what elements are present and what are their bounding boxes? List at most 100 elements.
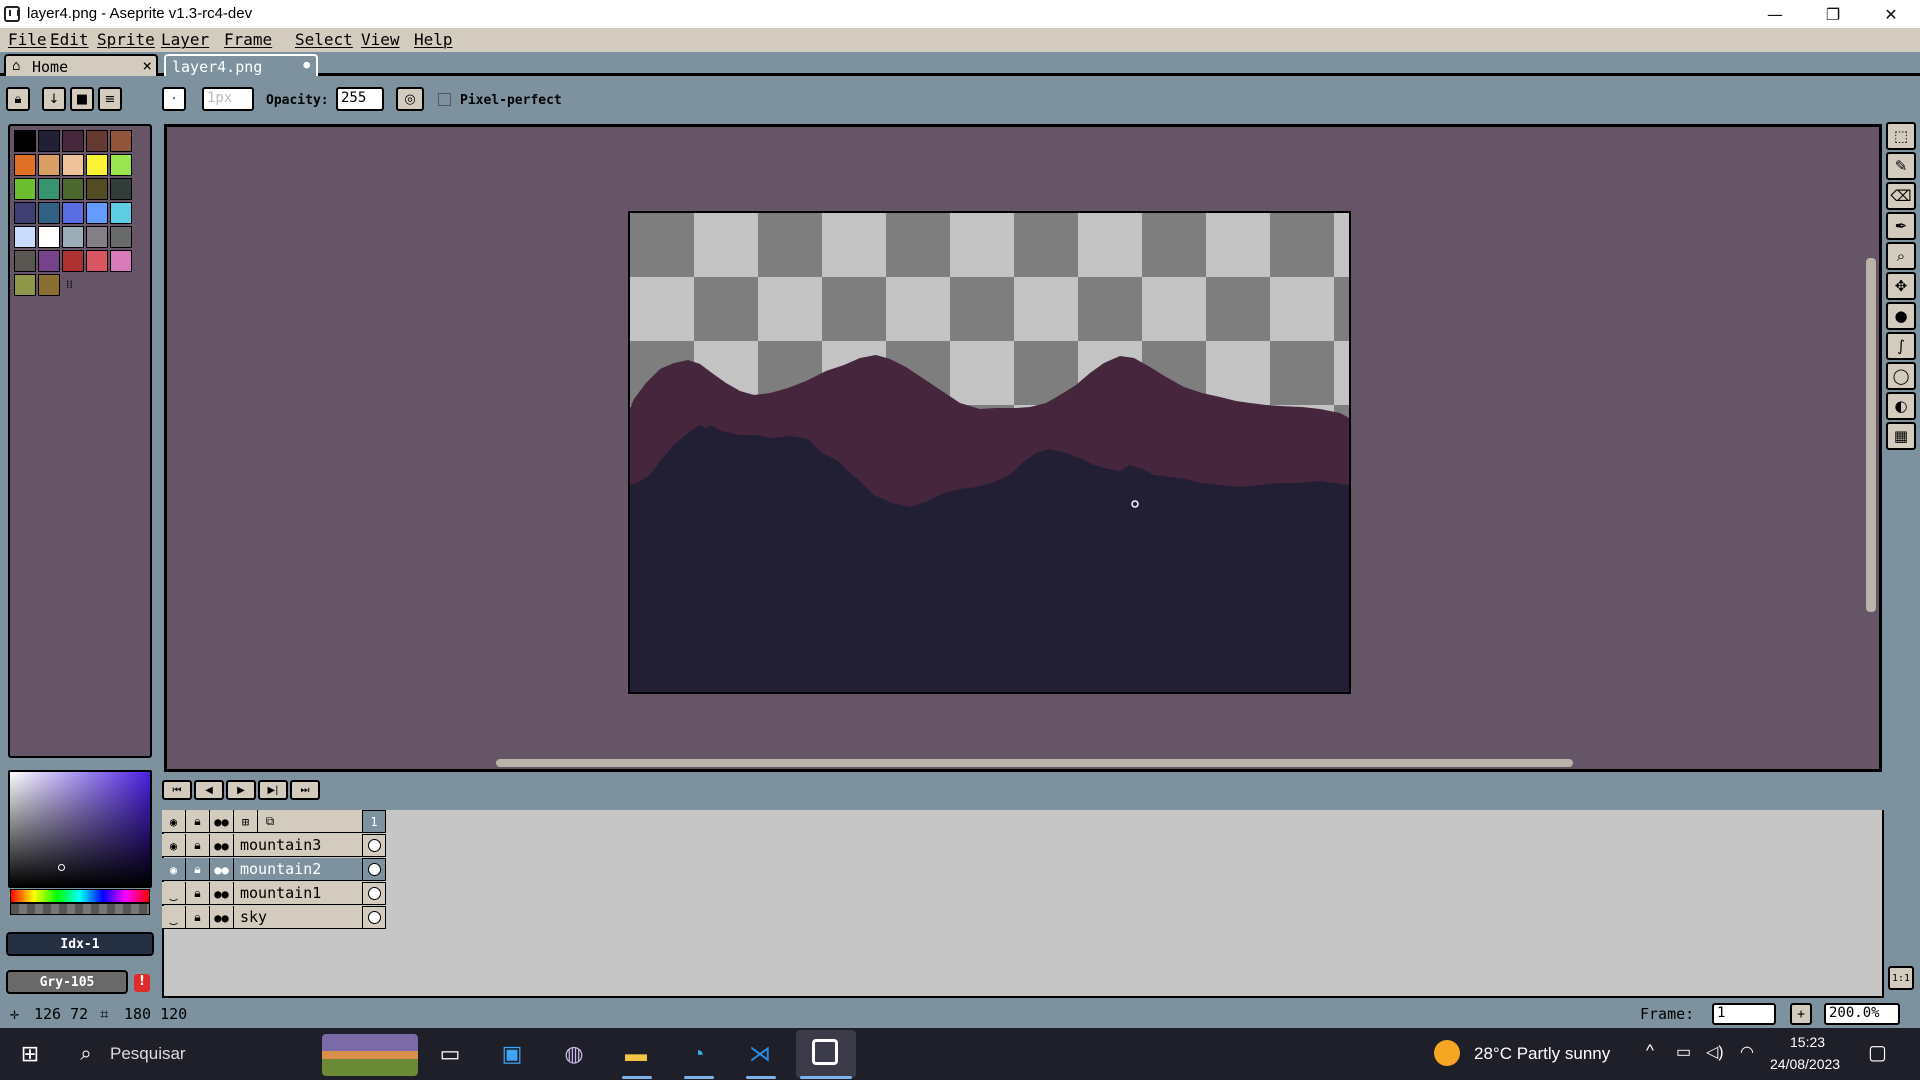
palette-swatch[interactable] (14, 250, 36, 272)
brush-size-field[interactable]: 1px (202, 87, 254, 111)
link-icon[interactable]: ⊞ (234, 810, 258, 833)
palette-swatch[interactable] (38, 154, 60, 176)
wifi-icon[interactable]: ◠ (1740, 1042, 1754, 1062)
frame-header[interactable]: 1 (362, 810, 386, 833)
lock-icon[interactable]: 🔒︎ (6, 87, 30, 111)
layer-row[interactable]: ◉ 🔒︎ ●● mountain2 (162, 858, 386, 881)
tab-close-icon[interactable]: × (142, 56, 152, 75)
hue-slider[interactable] (10, 889, 150, 903)
warning-icon[interactable]: ! (134, 974, 150, 992)
palette-swatch[interactable] (62, 178, 84, 200)
onion-skin-icon[interactable]: ⧉ (258, 810, 282, 833)
next-frame-icon[interactable]: ▶| (258, 780, 288, 800)
weather-text[interactable]: 28°C Partly sunny (1474, 1044, 1610, 1064)
eye-closed-icon[interactable]: ‿ (162, 882, 186, 905)
menu-frame[interactable]: Frame (224, 30, 272, 49)
clock-date[interactable]: 24/08/2023 (1770, 1056, 1840, 1072)
zoom-ratio-button[interactable]: 1:1 (1888, 966, 1914, 990)
palette-swatch[interactable] (38, 226, 60, 248)
palette-swatch[interactable] (14, 202, 36, 224)
menu-file[interactable]: File (8, 30, 47, 49)
palette-swatch[interactable] (14, 226, 36, 248)
foreground-index[interactable]: Idx-1 (6, 932, 154, 956)
ellipse-tool-icon[interactable]: ◯ (1886, 362, 1916, 390)
windows-start-icon[interactable]: ⊞ (14, 1038, 46, 1070)
close-window-button[interactable]: ✕ (1862, 0, 1920, 28)
eye-closed-icon[interactable]: ‿ (162, 906, 186, 929)
eye-icon[interactable]: ◉ (162, 858, 186, 881)
layer-row[interactable]: ‿ 🔒︎ ●● sky (162, 906, 386, 929)
palette-swatch[interactable] (110, 202, 132, 224)
maximize-button[interactable]: ❐ (1804, 0, 1862, 28)
palette-swatch[interactable] (14, 178, 36, 200)
microsoft-store-icon[interactable]: ▣ (496, 1038, 528, 1070)
continuous-icon[interactable]: ●● (210, 834, 234, 857)
cel[interactable] (362, 858, 386, 881)
palette-swatch[interactable] (62, 250, 84, 272)
horizontal-scrollbar[interactable] (496, 759, 1573, 767)
eraser-tool-icon[interactable]: ⌫ (1886, 182, 1916, 210)
palette-swatch[interactable] (110, 130, 132, 152)
modified-dot-icon[interactable]: ● (303, 58, 310, 71)
cel[interactable] (362, 882, 386, 905)
brush-type-button[interactable]: · (162, 87, 186, 111)
notification-icon[interactable]: ▢ (1868, 1040, 1887, 1065)
palette-swatch[interactable] (86, 250, 108, 272)
palette-swatch[interactable] (14, 274, 36, 296)
curve-tool-icon[interactable]: ∫ (1886, 332, 1916, 360)
padlock-icon[interactable]: 🔒︎ (186, 882, 210, 905)
padlock-icon[interactable]: 🔒︎ (186, 858, 210, 881)
pixel-perfect-checkbox[interactable] (438, 93, 451, 106)
spectrum-cursor[interactable] (58, 864, 65, 871)
tab-home[interactable]: ⌂ Home × (4, 54, 158, 76)
palette-swatch[interactable] (62, 226, 84, 248)
padlock-icon[interactable]: 🔒︎ (186, 834, 210, 857)
first-frame-icon[interactable]: ⏮ (162, 780, 192, 800)
zoom-tool-icon[interactable]: ⌕ (1886, 242, 1916, 270)
opacity-field[interactable]: 255 (336, 87, 384, 111)
prev-frame-icon[interactable]: ◀ (194, 780, 224, 800)
sprite-canvas[interactable] (628, 211, 1351, 694)
vscode-icon[interactable]: ⋊ (744, 1038, 776, 1070)
palette-swatch[interactable] (38, 202, 60, 224)
contour-tool-icon[interactable]: ◐ (1886, 392, 1916, 420)
menu-sprite[interactable]: Sprite (97, 30, 155, 49)
task-view-icon[interactable]: ▭ (434, 1038, 466, 1070)
brush-import-icon[interactable]: ↓ (42, 87, 66, 111)
weather-icon[interactable] (1434, 1040, 1460, 1066)
padlock-icon[interactable]: 🔒︎ (186, 810, 210, 833)
minimize-button[interactable]: — (1746, 0, 1804, 28)
add-frame-icon[interactable]: + (1790, 1003, 1812, 1025)
battery-icon[interactable]: ▭ (1676, 1042, 1691, 1062)
palette-swatch[interactable] (110, 178, 132, 200)
cel[interactable] (362, 906, 386, 929)
ink-options-icon[interactable]: ◎ (396, 87, 424, 111)
menu-help[interactable]: Help (414, 30, 453, 49)
eyedropper-tool-icon[interactable]: ✒ (1886, 212, 1916, 240)
alpha-slider[interactable] (10, 903, 150, 915)
continuous-icon[interactable]: ●● (210, 882, 234, 905)
brush-menu-icon[interactable]: ≡ (98, 87, 122, 111)
palette-resize-handle[interactable]: ⁞⁞ (66, 278, 73, 291)
file-explorer-icon[interactable]: ▬ (620, 1038, 652, 1070)
palette-swatch[interactable] (62, 130, 84, 152)
palette-swatch[interactable] (86, 130, 108, 152)
move-tool-icon[interactable]: ✥ (1886, 272, 1916, 300)
palette-swatch[interactable] (86, 202, 108, 224)
aseprite-taskbar-button[interactable] (796, 1030, 856, 1078)
paint-bucket-tool-icon[interactable]: ● (1886, 302, 1916, 330)
paint-app-icon[interactable]: ◍ (558, 1038, 590, 1070)
palette-swatch[interactable] (86, 226, 108, 248)
menu-view[interactable]: View (361, 30, 400, 49)
continuous-icon[interactable]: ●● (210, 810, 234, 833)
menu-edit[interactable]: Edit (50, 30, 89, 49)
search-icon[interactable]: ⌕ (70, 1038, 102, 1070)
last-frame-icon[interactable]: ⏭ (290, 780, 320, 800)
menu-select[interactable]: Select (295, 30, 353, 49)
taskbar-search[interactable]: Pesquisar (110, 1044, 186, 1064)
blur-tool-icon[interactable]: ▦ (1886, 422, 1916, 450)
palette-swatch[interactable] (38, 178, 60, 200)
vertical-scrollbar[interactable] (1866, 258, 1876, 612)
palette-swatch[interactable] (62, 202, 84, 224)
padlock-icon[interactable]: 🔒︎ (186, 906, 210, 929)
